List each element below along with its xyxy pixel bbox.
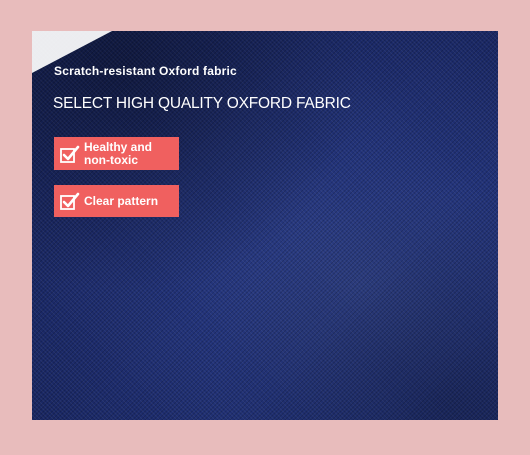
feature-badge-pattern: Clear pattern: [54, 185, 179, 217]
feature-badge-label: Clear pattern: [84, 193, 159, 208]
banner-subtitle: Scratch-resistant Oxford fabric: [54, 64, 237, 78]
feature-badge-healthy: Healthy and non-toxic: [54, 137, 179, 170]
checkbox-checked-icon: [60, 145, 80, 163]
checkbox-checked-icon: [60, 192, 80, 210]
fabric-shading: [32, 31, 498, 420]
fabric-photo-panel: Scratch-resistant Oxford fabric SELECT H…: [32, 31, 498, 420]
banner-headline: SELECT HIGH QUALITY OXFORD FABRIC: [53, 95, 351, 112]
feature-badge-label: Healthy and non-toxic: [84, 139, 153, 167]
